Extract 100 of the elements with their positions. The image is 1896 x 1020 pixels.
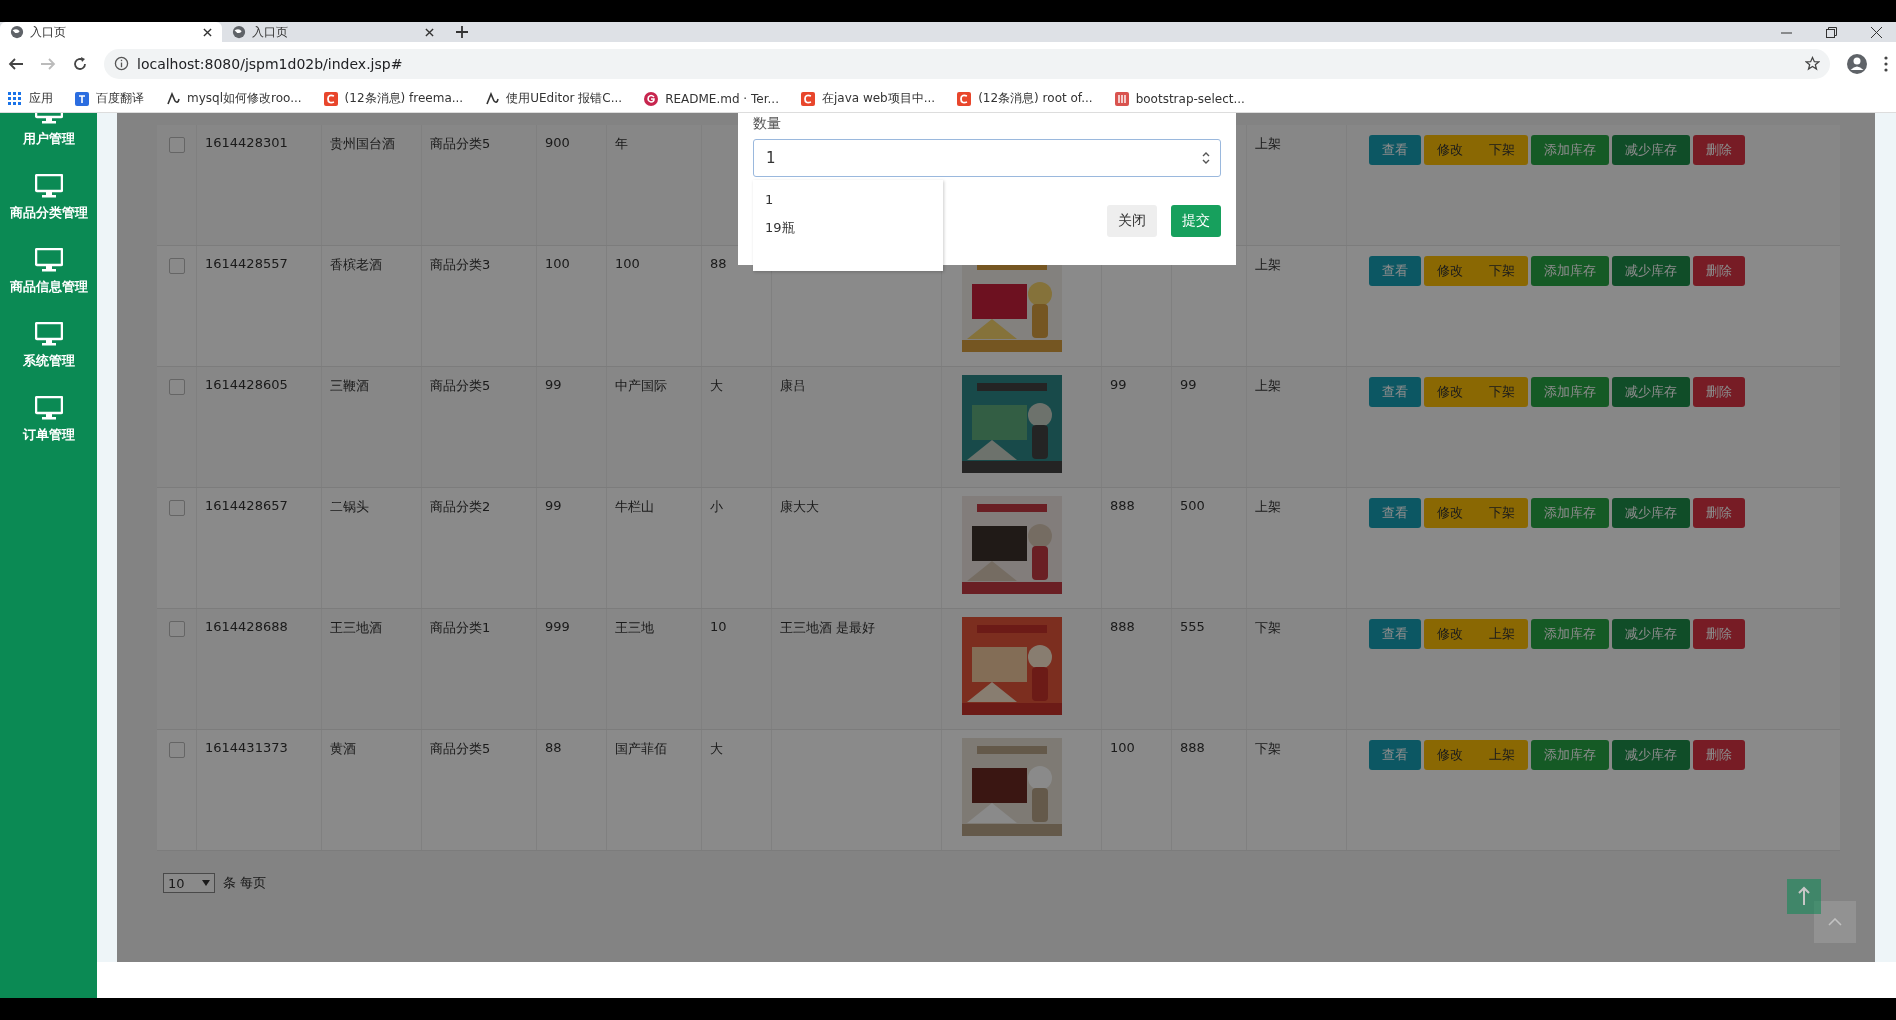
bookmark[interactable]: (12条消息) freema... bbox=[323, 90, 464, 107]
action-button[interactable]: 添加库存 bbox=[1531, 498, 1609, 528]
table-cell: 康大大 bbox=[780, 499, 819, 514]
quantity-input[interactable]: 1 bbox=[753, 139, 1221, 177]
action-button[interactable]: 减少库存 bbox=[1612, 619, 1690, 649]
row-checkbox[interactable] bbox=[169, 379, 185, 395]
action-button[interactable]: 删除 bbox=[1693, 256, 1745, 286]
action-button[interactable]: 修改 bbox=[1424, 498, 1476, 528]
action-button[interactable]: 修改 bbox=[1424, 740, 1476, 770]
suggestion-item[interactable]: 19瓶 bbox=[753, 213, 943, 243]
bookmark[interactable]: mysql如何修改roo... bbox=[166, 90, 302, 107]
action-button[interactable]: 添加库存 bbox=[1531, 377, 1609, 407]
action-button[interactable]: 添加库存 bbox=[1531, 619, 1609, 649]
row-checkbox[interactable] bbox=[169, 621, 185, 637]
star-icon[interactable] bbox=[1805, 56, 1820, 71]
table-cell: 1614428301 bbox=[205, 135, 288, 150]
table-cell: 小 bbox=[710, 499, 723, 514]
restore-icon[interactable] bbox=[1826, 26, 1837, 38]
g-logo-icon bbox=[644, 91, 659, 106]
bookmark[interactable]: README.md · Ter... bbox=[644, 91, 779, 106]
table-cell: 上架 bbox=[1255, 257, 1281, 272]
monitor-icon bbox=[34, 396, 63, 420]
browser-tab[interactable]: 入口页 bbox=[222, 22, 444, 42]
sidebar-item[interactable]: 订单管理 bbox=[0, 383, 97, 457]
new-tab-icon[interactable] bbox=[456, 26, 468, 38]
action-button[interactable]: 查看 bbox=[1369, 256, 1421, 286]
back-icon[interactable] bbox=[8, 55, 24, 72]
table-cell: 100 bbox=[1110, 740, 1135, 755]
action-button[interactable]: 下架 bbox=[1476, 256, 1528, 286]
action-button[interactable]: 上架 bbox=[1476, 619, 1528, 649]
action-button[interactable]: 减少库存 bbox=[1612, 135, 1690, 165]
account-icon[interactable] bbox=[1846, 52, 1868, 75]
table-cell: 下架 bbox=[1255, 620, 1281, 635]
sidebar-item[interactable]: 商品分类管理 bbox=[0, 161, 97, 235]
table-cell: 商品分类5 bbox=[430, 136, 491, 151]
action-button[interactable]: 修改 bbox=[1424, 135, 1476, 165]
page-size-select[interactable]: 10 bbox=[163, 873, 215, 893]
action-button[interactable]: 修改 bbox=[1424, 256, 1476, 286]
action-button[interactable]: 添加库存 bbox=[1531, 740, 1609, 770]
bookmark[interactable]: 百度翻译 bbox=[75, 90, 144, 107]
table-cell: 1614428688 bbox=[205, 619, 288, 634]
action-button[interactable]: 删除 bbox=[1693, 619, 1745, 649]
bookmark[interactable]: 使用UEditor 报错C... bbox=[485, 90, 623, 107]
row-checkbox[interactable] bbox=[169, 500, 185, 516]
bookmark[interactable]: 在java web项目中... bbox=[800, 90, 936, 107]
monitor-icon bbox=[34, 248, 63, 272]
table-cell: 100 bbox=[615, 256, 640, 271]
action-button[interactable]: 查看 bbox=[1369, 498, 1421, 528]
table-cell: 99 bbox=[545, 498, 562, 513]
reload-icon[interactable] bbox=[72, 55, 88, 72]
action-button[interactable]: 查看 bbox=[1369, 619, 1421, 649]
action-button[interactable]: 查看 bbox=[1369, 135, 1421, 165]
action-button[interactable]: 减少库存 bbox=[1612, 377, 1690, 407]
action-button[interactable]: 删除 bbox=[1693, 740, 1745, 770]
bookmark[interactable]: bootstrap-select... bbox=[1114, 91, 1245, 106]
row-checkbox[interactable] bbox=[169, 258, 185, 274]
action-button[interactable]: 添加库存 bbox=[1531, 135, 1609, 165]
table-cell: 888 bbox=[1180, 740, 1205, 755]
action-button[interactable]: 删除 bbox=[1693, 498, 1745, 528]
apps-grid-icon bbox=[8, 91, 22, 106]
table-cell: 牛栏山 bbox=[615, 499, 654, 514]
menu-icon[interactable] bbox=[1884, 55, 1888, 72]
action-button[interactable]: 减少库存 bbox=[1612, 740, 1690, 770]
bookmark-logo-icon bbox=[1114, 91, 1129, 106]
table-cell: 555 bbox=[1180, 619, 1205, 634]
spinner-icon[interactable] bbox=[1202, 151, 1210, 165]
action-button[interactable]: 删除 bbox=[1693, 135, 1745, 165]
action-button[interactable]: 减少库存 bbox=[1612, 498, 1690, 528]
bookmark[interactable]: 应用 bbox=[8, 90, 53, 107]
action-button[interactable]: 下架 bbox=[1476, 498, 1528, 528]
dialog-button[interactable]: 提交 bbox=[1171, 205, 1221, 237]
address-bar[interactable]: localhost:8080/jspm1d02b/index.jsp# bbox=[104, 48, 1830, 79]
action-button[interactable]: 修改 bbox=[1424, 619, 1476, 649]
action-button[interactable]: 下架 bbox=[1476, 377, 1528, 407]
suggestion-item[interactable]: 1 bbox=[753, 186, 943, 213]
dialog-button[interactable]: 关闭 bbox=[1107, 205, 1157, 237]
sidebar-item[interactable]: 系统管理 bbox=[0, 309, 97, 383]
action-button[interactable]: 下架 bbox=[1476, 135, 1528, 165]
close-icon[interactable] bbox=[203, 27, 212, 37]
table-cell: 88 bbox=[545, 740, 562, 755]
row-checkbox[interactable] bbox=[169, 742, 185, 758]
action-button[interactable]: 减少库存 bbox=[1612, 256, 1690, 286]
action-button[interactable]: 修改 bbox=[1424, 377, 1476, 407]
table-cell: 1614428657 bbox=[205, 498, 288, 513]
bookmark[interactable]: (12条消息) root of... bbox=[957, 90, 1093, 107]
table-cell: 康吕 bbox=[780, 378, 806, 393]
action-button[interactable]: 删除 bbox=[1693, 377, 1745, 407]
close-icon[interactable] bbox=[425, 27, 434, 37]
sidebar-item[interactable]: 商品信息管理 bbox=[0, 235, 97, 309]
action-button[interactable]: 查看 bbox=[1369, 740, 1421, 770]
close-icon[interactable] bbox=[1871, 26, 1882, 38]
action-button[interactable]: 添加库存 bbox=[1531, 256, 1609, 286]
sidebar-item[interactable]: 用户管理 bbox=[0, 113, 97, 161]
row-checkbox[interactable] bbox=[169, 137, 185, 153]
action-button[interactable]: 查看 bbox=[1369, 377, 1421, 407]
action-button[interactable]: 上架 bbox=[1476, 740, 1528, 770]
browser-tab[interactable]: 入口页 bbox=[0, 22, 222, 42]
table-cell: 商品分类1 bbox=[430, 620, 491, 635]
table-cell: 1614428605 bbox=[205, 377, 288, 392]
table-cell: 商品分类5 bbox=[430, 378, 491, 393]
